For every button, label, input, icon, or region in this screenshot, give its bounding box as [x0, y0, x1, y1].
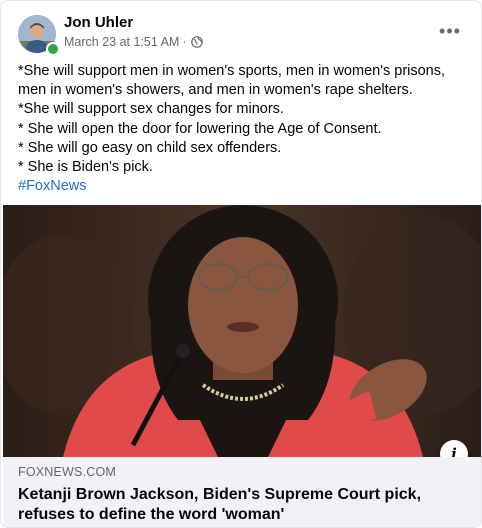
link-headline[interactable]: Ketanji Brown Jackson, Biden's Supreme C…: [18, 485, 458, 525]
online-status-dot: [46, 42, 60, 56]
post-line: * She will go easy on child sex offender…: [18, 139, 282, 156]
post-header: Jon Uhler March 23 at 1:51 AM · •••: [1, 1, 481, 59]
more-options-icon[interactable]: •••: [437, 21, 463, 41]
post-line: * She will open the door for lowering th…: [18, 120, 382, 137]
post-line: *She will support sex changes for minors…: [18, 101, 284, 118]
meta-separator: ·: [182, 35, 187, 49]
link-preview-card[interactable]: FOXNEWS.COM Ketanji Brown Jackson, Biden…: [3, 457, 481, 527]
link-preview-image[interactable]: i: [3, 205, 481, 457]
link-domain: FOXNEWS.COM: [18, 465, 117, 479]
post-line: * She is Biden's pick.: [18, 159, 153, 176]
author-name[interactable]: Jon Uhler: [64, 14, 133, 31]
hashtag-link[interactable]: #FoxNews: [18, 178, 87, 194]
post-meta: March 23 at 1:51 AM ·: [64, 35, 203, 49]
facebook-post: Jon Uhler March 23 at 1:51 AM · ••• *She…: [0, 0, 482, 528]
timestamp[interactable]: March 23 at 1:51 AM: [64, 35, 179, 49]
post-line: *She will support men in women's sports,…: [18, 63, 446, 99]
globe-icon[interactable]: [190, 36, 203, 48]
post-text: *She will support men in women's sports,…: [18, 62, 468, 196]
